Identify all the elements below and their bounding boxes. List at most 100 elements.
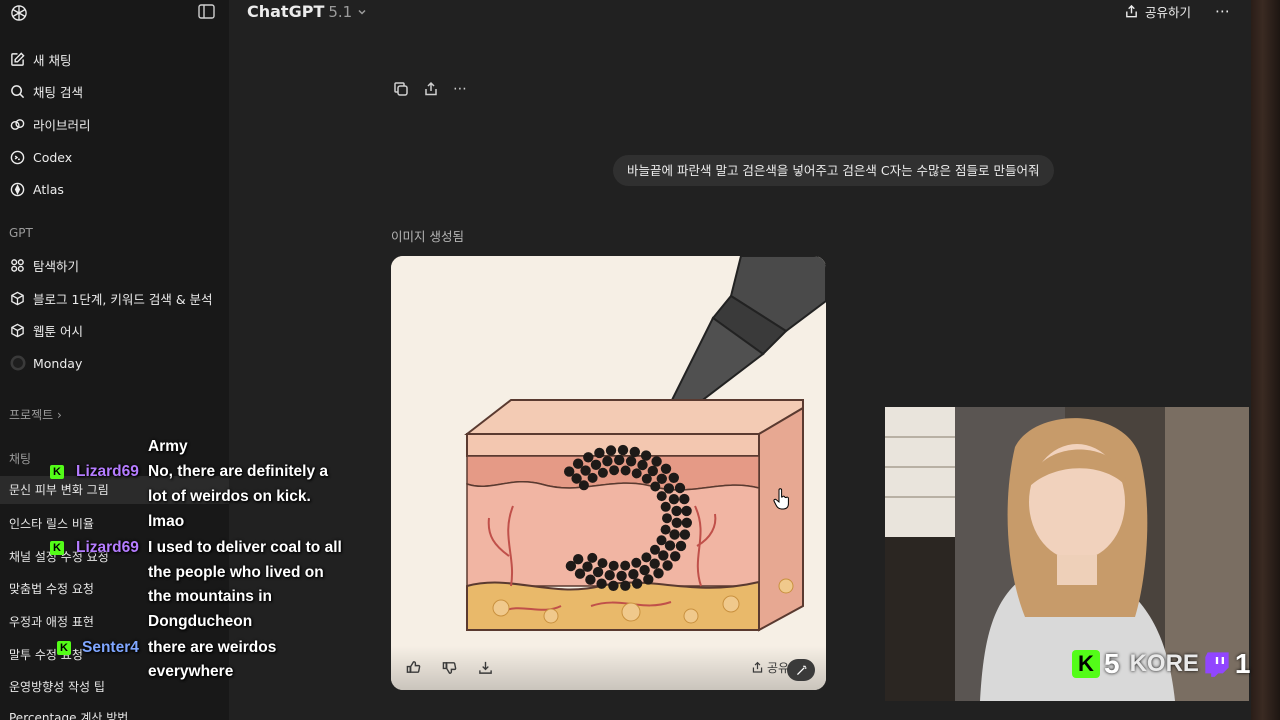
search-icon	[9, 83, 26, 100]
cube-icon	[9, 322, 26, 339]
chat-list-item[interactable]: 인스타 릴스 비율	[9, 515, 94, 532]
sidebar-item-atlas[interactable]: Atlas	[9, 176, 64, 202]
chat-overlay-line: I used to deliver coal to all	[148, 539, 342, 556]
c-dot	[614, 454, 625, 466]
c-dot	[670, 551, 681, 562]
c-dot	[669, 529, 680, 540]
c-dot	[656, 491, 667, 502]
c-dot	[608, 560, 619, 571]
message-actions: ⋯	[392, 80, 469, 97]
c-dot	[594, 447, 605, 459]
c-dot	[604, 570, 615, 581]
kick-badge-icon: K	[50, 541, 64, 555]
more-options-icon[interactable]: ⋯	[452, 80, 469, 97]
c-dot	[649, 558, 660, 569]
chevron-down-icon	[358, 9, 366, 15]
generated-image[interactable]: 공유	[391, 256, 826, 690]
sidebar-item-label: 블로그 1단계, 키워드 검색 & 분석	[33, 291, 213, 307]
share-icon	[752, 661, 763, 673]
c-dot	[616, 570, 627, 582]
stream-viewer-stats: K 5 KORE 1	[1072, 648, 1251, 680]
kick-logo-icon: K	[1072, 650, 1100, 678]
chat-overlay-username: Lizard69	[76, 463, 139, 480]
twitch-logo-icon	[1205, 652, 1229, 677]
more-options-icon[interactable]: ⋯	[1215, 2, 1231, 20]
sidebar-item-library[interactable]: 라이브러리	[9, 111, 91, 137]
c-dot	[656, 535, 667, 546]
c-dot	[650, 544, 660, 555]
sidebar-item-label: 라이브러리	[33, 117, 91, 133]
model-selector[interactable]: ChatGPT 5.1	[247, 2, 368, 21]
user-message: 바늘끝에 파란색 말고 검은색을 넣어주고 검은색 C자는 수많은 점들로 만들…	[613, 155, 1054, 186]
sidebar-item-codex[interactable]: Codex	[9, 144, 72, 170]
webcam-shirt-text: KORE	[1129, 650, 1199, 677]
sidebar-item-explore[interactable]: 탐색하기	[9, 252, 79, 278]
codex-icon	[9, 149, 26, 166]
chat-list-item[interactable]: 말투 수정 요청	[9, 646, 83, 663]
c-dot	[662, 560, 673, 571]
thumbs-down-icon[interactable]	[441, 659, 458, 676]
c-dot	[625, 456, 637, 467]
sidebar-item-new-chat[interactable]: 새 채팅	[9, 46, 71, 72]
chat-list-item[interactable]: Percentage 계산 방법	[9, 709, 128, 720]
c-dot	[663, 483, 675, 494]
c-dot	[681, 517, 692, 528]
c-dot	[681, 505, 692, 517]
background-edge	[1251, 0, 1280, 720]
sidebar-item-search-chat[interactable]: 채팅 검색	[9, 78, 83, 104]
library-icon	[9, 116, 26, 133]
kick-badge-icon: K	[50, 465, 64, 479]
c-dot	[653, 568, 664, 579]
chats-section-heading: 채팅	[9, 452, 32, 466]
atlas-icon	[9, 181, 26, 198]
image-edit-button[interactable]	[787, 659, 815, 681]
chat-overlay-username: Senter4	[82, 639, 139, 656]
sidebar-toggle-icon[interactable]	[198, 4, 215, 19]
chat-overlay-line: there are weirdos	[148, 639, 277, 656]
share-icon[interactable]	[422, 80, 439, 97]
share-button[interactable]: 공유하기	[1124, 2, 1191, 21]
c-dot	[597, 467, 608, 478]
sidebar-item-label: Codex	[33, 149, 73, 165]
share-label: 공유하기	[1145, 5, 1192, 20]
chat-overlay-line: the mountains in	[148, 588, 272, 605]
c-dot	[664, 540, 676, 551]
image-status: 이미지 생성됨	[391, 229, 464, 244]
share-icon	[1126, 4, 1137, 18]
chat-list-item[interactable]: 우정과 애정 표현	[9, 613, 94, 630]
skin-tattoo-illustration	[391, 256, 826, 690]
sidebar-item-gpt[interactable]: Monday	[9, 350, 82, 376]
c-dot	[578, 480, 589, 491]
chat-overlay-username: Lizard69	[76, 539, 139, 556]
sidebar-item-label: 웹툰 어시	[33, 323, 83, 339]
chat-list-item[interactable]: 운영방향성 작성 팁	[9, 678, 105, 695]
chat-overlay-line: the people who lived on	[148, 564, 324, 581]
gpt-section-heading: GPT	[9, 226, 33, 240]
c-dot	[643, 574, 654, 585]
sidebar-item-gpt[interactable]: 웹툰 어시	[9, 317, 83, 343]
sidebar-item-label: 채팅 검색	[33, 84, 83, 100]
grid-icon	[9, 257, 26, 274]
chat-overlay-line: No, there are definitely a	[148, 463, 329, 480]
c-dot	[651, 456, 662, 467]
sidebar-item-label: 새 채팅	[33, 52, 72, 68]
c-dot	[641, 552, 652, 563]
thumbs-up-icon[interactable]	[405, 659, 422, 676]
download-icon[interactable]	[477, 659, 494, 676]
copy-icon[interactable]	[392, 80, 409, 97]
projects-section-heading[interactable]: 프로젝트 ›	[9, 406, 62, 423]
image-share-button[interactable]: 공유	[751, 659, 789, 676]
c-dot	[617, 444, 629, 456]
c-dot	[587, 552, 598, 563]
openai-logo-icon[interactable]	[9, 3, 29, 23]
c-dot	[587, 472, 598, 483]
c-dot	[608, 580, 619, 591]
kick-viewer-count: 5	[1104, 648, 1120, 679]
c-dot	[602, 456, 613, 467]
c-dot	[640, 450, 652, 461]
chat-list-item[interactable]: 맞춤법 수정 요청	[9, 580, 94, 597]
c-dot	[631, 557, 642, 568]
chat-overlay-line: Army	[148, 438, 188, 455]
sidebar-item-gpt[interactable]: 블로그 1단계, 키워드 검색 & 분석	[9, 285, 213, 311]
magic-wand-icon	[796, 665, 806, 675]
